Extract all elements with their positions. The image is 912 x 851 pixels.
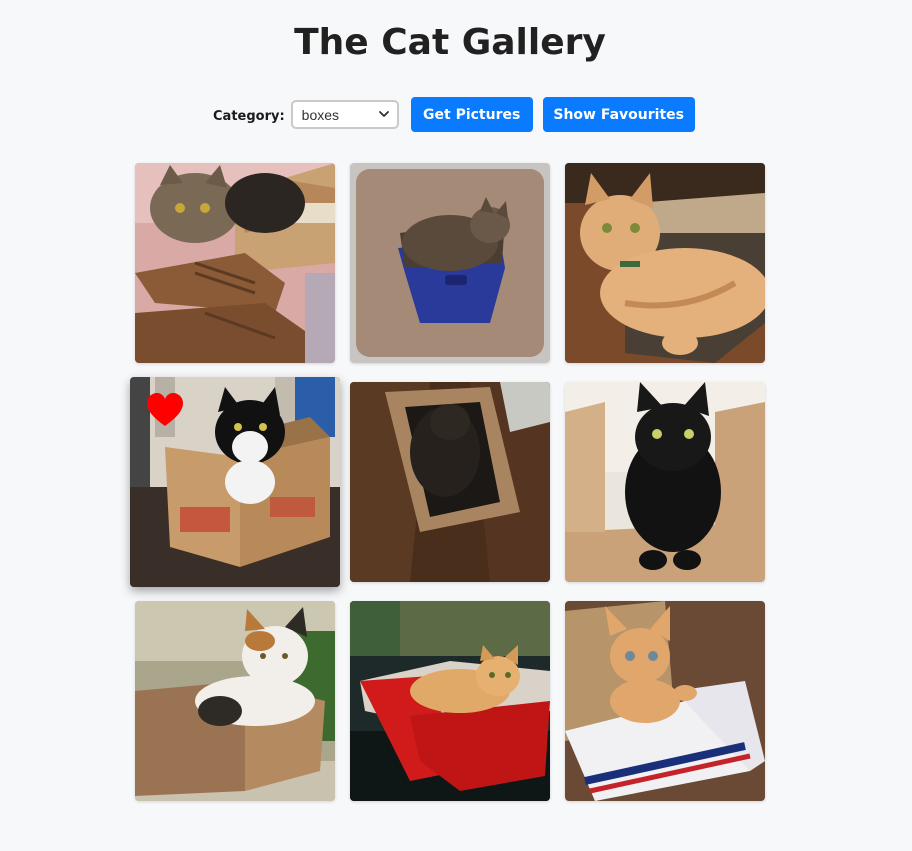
cat-image-2[interactable]: [350, 163, 550, 363]
cat-image-5[interactable]: [350, 382, 550, 582]
black-cat-in-box-overhead-image: [350, 382, 550, 582]
category-label: Category:: [213, 108, 285, 124]
cat-image-3[interactable]: [565, 163, 765, 363]
get-pictures-button[interactable]: Get Pictures: [410, 97, 533, 132]
cat-image-6[interactable]: [565, 382, 765, 582]
calico-cat-in-box-image: [135, 601, 335, 801]
cat-image-1[interactable]: [135, 163, 335, 363]
cat-in-blue-basket-image: [350, 163, 550, 363]
category-select[interactable]: boxes: [290, 100, 399, 129]
cat-gallery-page: The Cat Gallery Category: boxes Get Pict…: [0, 0, 912, 851]
orange-kitten-in-mail-box-image: [565, 601, 765, 801]
cat-image-9[interactable]: [565, 601, 765, 801]
black-cat-on-box-image: [565, 382, 765, 582]
show-favourites-button[interactable]: Show Favourites: [542, 97, 695, 132]
orange-cat-in-box-image: [565, 163, 765, 363]
chevron-down-icon: [378, 111, 389, 117]
cat-image-7[interactable]: [135, 601, 335, 801]
cat-in-box-with-boots-image: [135, 163, 335, 363]
cat-image-4[interactable]: [130, 377, 340, 587]
heart-icon[interactable]: [146, 393, 184, 427]
category-select-value: boxes: [301, 107, 340, 123]
cat-image-8[interactable]: [350, 601, 550, 801]
page-title: The Cat Gallery: [294, 22, 606, 63]
controls-bar: Category: boxes Get Pictures Show Favour…: [213, 97, 705, 132]
orange-cat-in-red-box-image: [350, 601, 550, 801]
